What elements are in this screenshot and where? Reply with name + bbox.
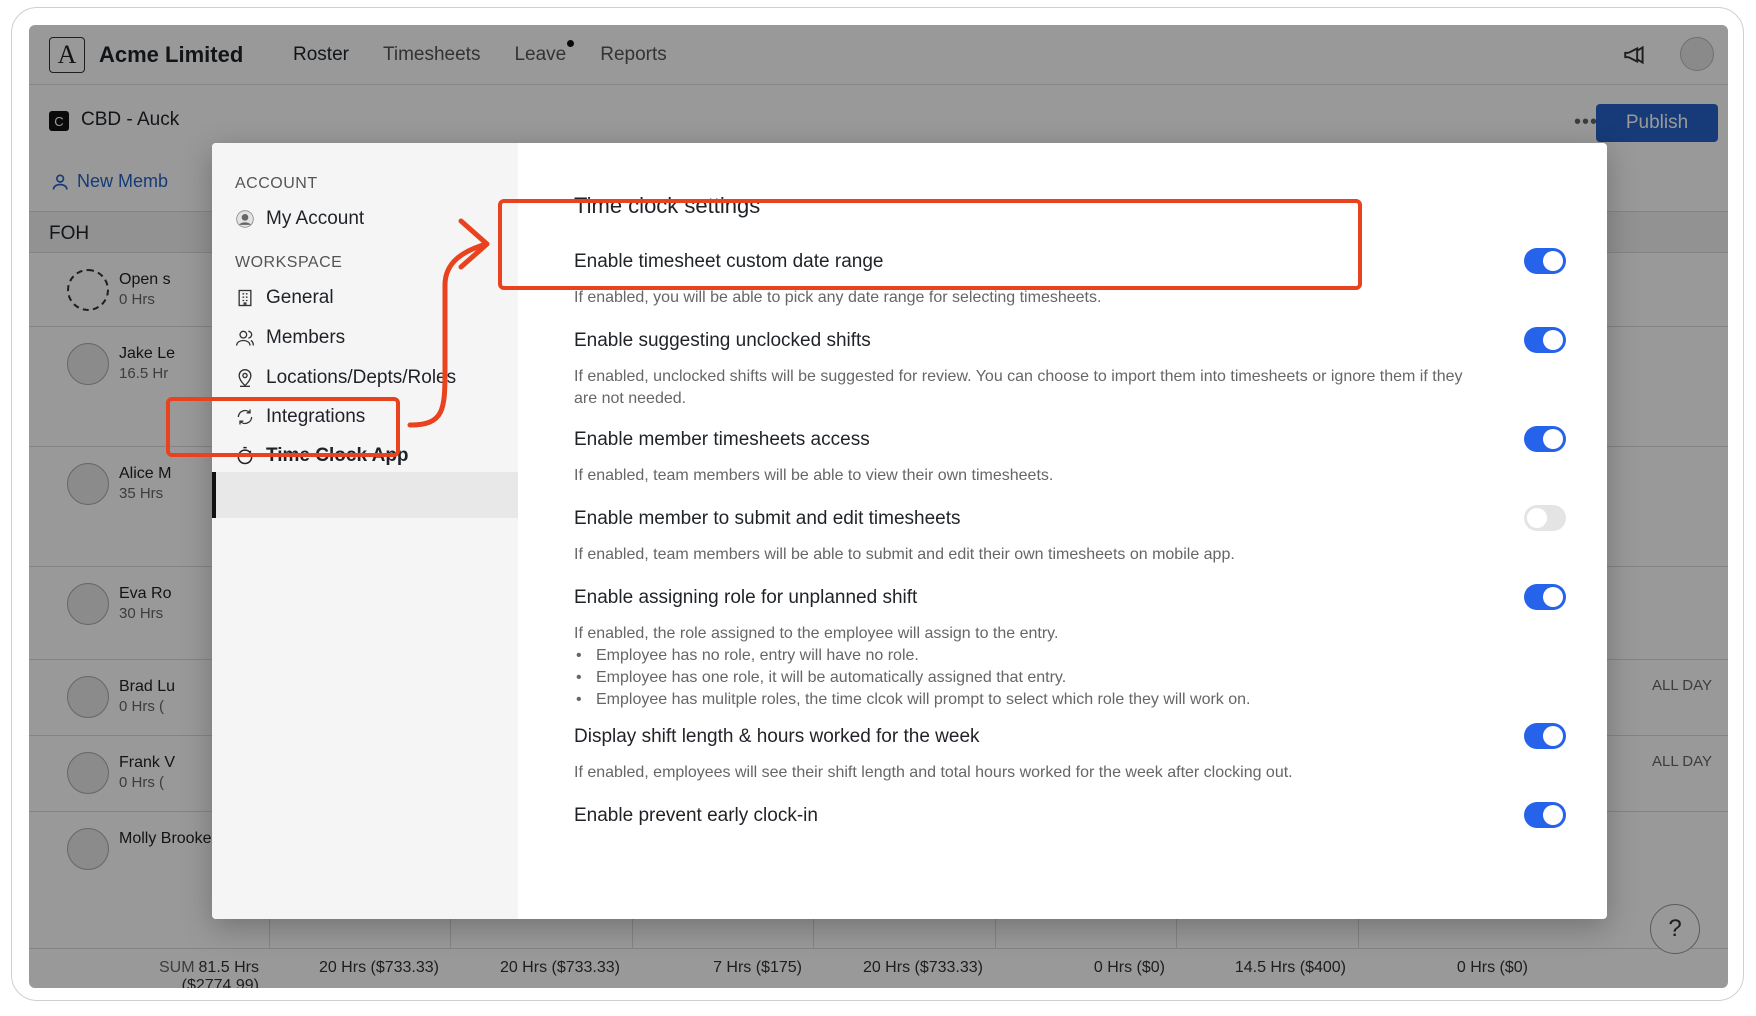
setting-title: Enable member to submit and edit timeshe… xyxy=(574,508,961,529)
setting-prevent-early-clock-in: Enable prevent early clock-in xyxy=(574,805,1484,827)
sidebar-item-label: Locations/Depts/Roles xyxy=(266,367,457,388)
sidebar-item-locations[interactable]: Locations/Depts/Roles xyxy=(235,367,456,389)
toggle-assign-role[interactable] xyxy=(1524,584,1566,610)
active-item-indicator xyxy=(212,472,216,518)
setting-bullets: Employee has no role, entry will have no… xyxy=(574,645,1484,711)
highlight-box-setting xyxy=(498,199,1362,290)
toggle-member-timesheets-access[interactable] xyxy=(1524,426,1566,452)
members-icon xyxy=(236,330,254,346)
setting-submit-edit: Enable member to submit and edit timeshe… xyxy=(574,508,1484,566)
window-frame: A Acme Limited Roster Timesheets Leave R… xyxy=(11,7,1744,1001)
setting-shift-length: Display shift length & hours worked for … xyxy=(574,726,1484,784)
sidebar-item-label: General xyxy=(266,287,334,308)
setting-description: If enabled, employees will see their shi… xyxy=(574,764,1293,781)
bullet-item: Employee has mulitple roles, the time cl… xyxy=(574,689,1484,711)
app: A Acme Limited Roster Timesheets Leave R… xyxy=(29,25,1728,988)
setting-suggest-unclocked: Enable suggesting unclocked shifts If en… xyxy=(574,330,1484,410)
setting-description: If enabled, you will be able to pick any… xyxy=(574,289,1102,306)
setting-assign-role: Enable assigning role for unplanned shif… xyxy=(574,587,1484,711)
setting-title: Display shift length & hours worked for … xyxy=(574,726,980,747)
setting-description: If enabled, unclocked shifts will be sug… xyxy=(574,368,1463,407)
settings-sidebar: ACCOUNT My Account WORKSPACE General Mem… xyxy=(212,143,518,919)
active-item-background xyxy=(212,472,518,518)
toggle-custom-date-range[interactable] xyxy=(1524,248,1566,274)
setting-description: If enabled, the role assigned to the emp… xyxy=(574,625,1059,642)
account-section-header: ACCOUNT xyxy=(235,175,318,192)
workspace-section-header: WORKSPACE xyxy=(235,254,343,271)
toggle-submit-edit[interactable] xyxy=(1524,505,1566,531)
bullet-item: Employee has no role, entry will have no… xyxy=(574,645,1484,667)
setting-member-timesheets-access: Enable member timesheets access If enabl… xyxy=(574,429,1484,487)
sidebar-item-general[interactable]: General xyxy=(235,287,334,309)
setting-description: If enabled, team members will be able to… xyxy=(574,546,1235,563)
sidebar-item-my-account[interactable]: My Account xyxy=(235,208,364,230)
user-avatar-icon xyxy=(236,210,254,228)
setting-title: Enable suggesting unclocked shifts xyxy=(574,330,871,351)
location-pin-icon xyxy=(238,369,252,387)
toggle-suggest-unclocked[interactable] xyxy=(1524,327,1566,353)
bullet-item: Employee has one role, it will be automa… xyxy=(574,667,1484,689)
setting-description: If enabled, team members will be able to… xyxy=(574,467,1054,484)
setting-title: Enable assigning role for unplanned shif… xyxy=(574,587,918,608)
toggle-prevent-early-clock-in[interactable] xyxy=(1524,802,1566,828)
toggle-shift-length[interactable] xyxy=(1524,723,1566,749)
sidebar-item-label: Members xyxy=(266,327,346,348)
highlight-box-sidebar xyxy=(166,397,400,457)
sidebar-item-label: My Account xyxy=(266,208,365,229)
building-icon xyxy=(238,289,252,307)
setting-title: Enable member timesheets access xyxy=(574,429,870,450)
setting-title: Enable prevent early clock-in xyxy=(574,805,818,826)
sidebar-item-members[interactable]: Members xyxy=(235,327,345,349)
